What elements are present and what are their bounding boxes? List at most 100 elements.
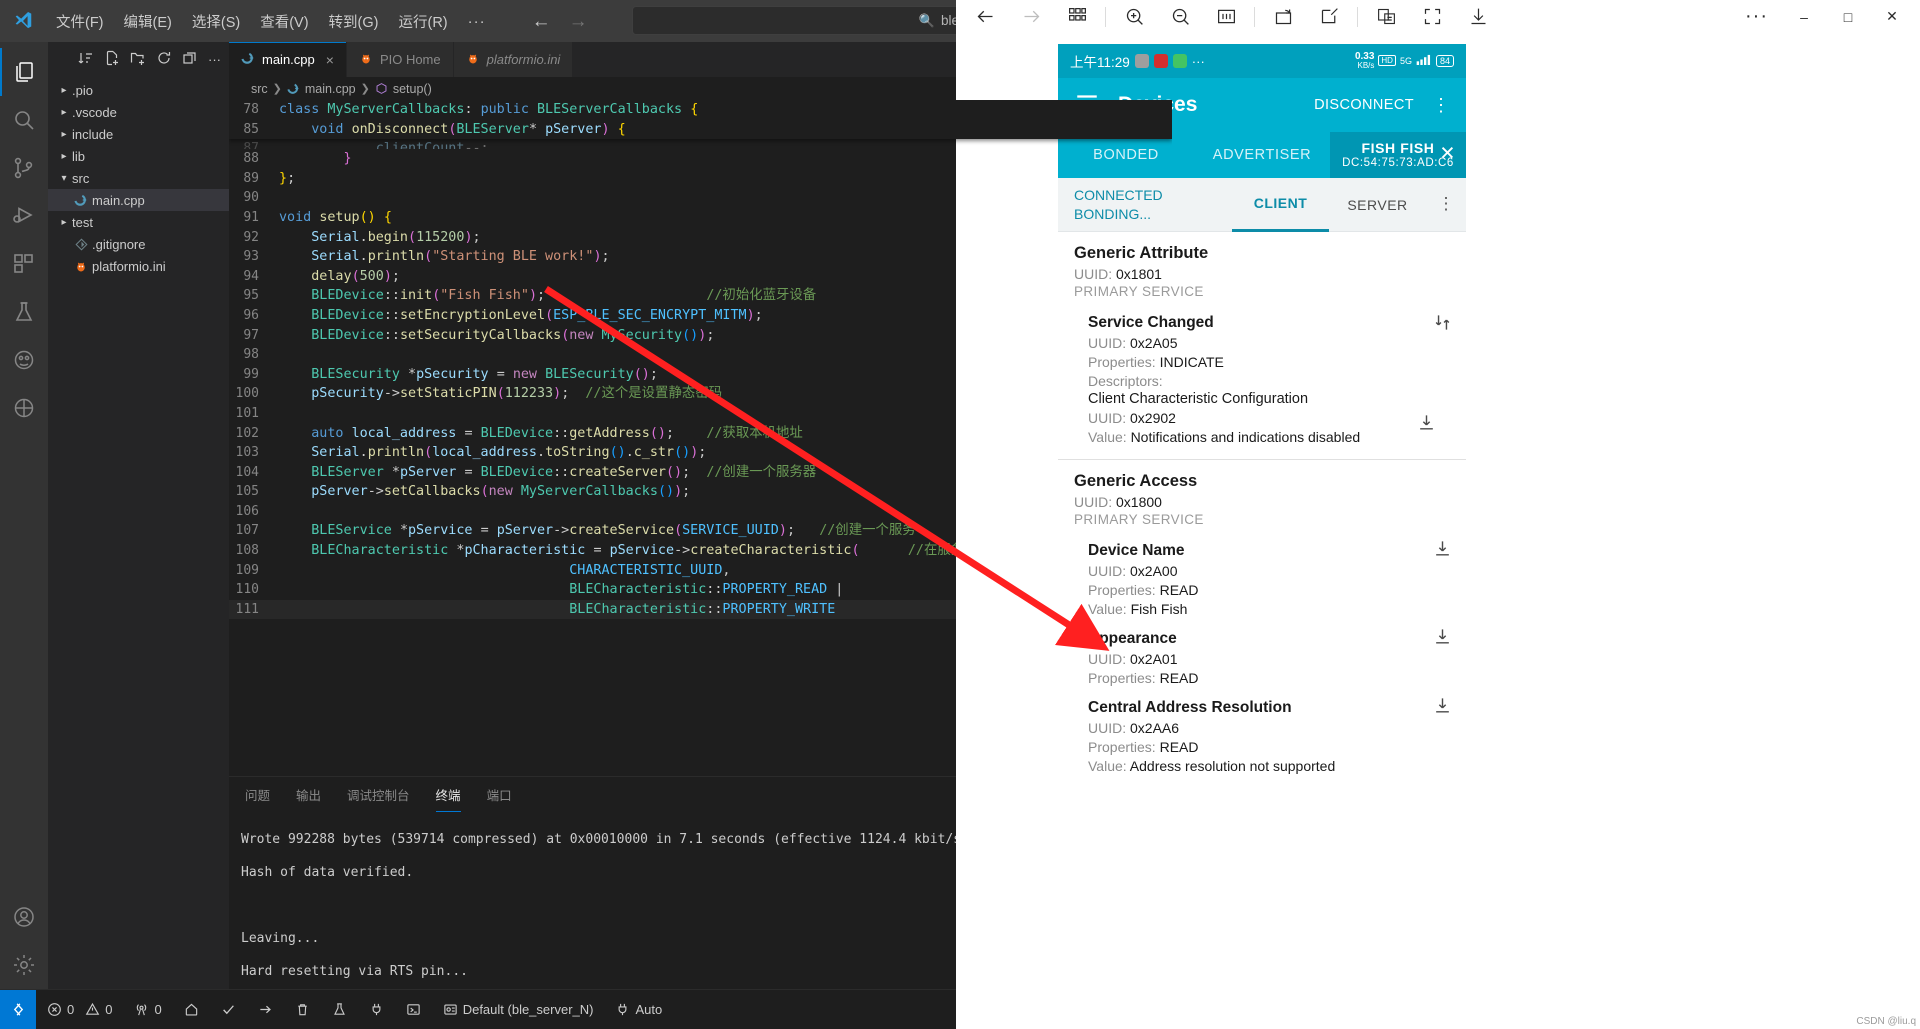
more-vertical-icon[interactable]: ⋮ <box>1426 178 1466 232</box>
menu-bar[interactable]: 文件(F) 编辑(E) 选择(S) 查看(V) 转到(G) 运行(R) ··· <box>46 7 496 36</box>
new-folder-icon[interactable] <box>130 50 146 69</box>
file-tree[interactable]: ▸ .pio ▸ .vscode ▸ include ▸ lib ▾ src m… <box>48 77 229 277</box>
explorer-more-icon[interactable]: ··· <box>208 53 221 66</box>
characteristic-device-name[interactable]: Device Name UUID: 0x2A00 Properties: REA… <box>1058 533 1466 621</box>
status-pio-upload[interactable] <box>247 990 284 1029</box>
characteristic-service-changed[interactable]: Service Changed UUID: 0x2A05 Properties:… <box>1058 305 1466 449</box>
actual-size-icon[interactable] <box>1203 0 1249 34</box>
panel-tab-problems[interactable]: 问题 <box>245 777 270 812</box>
status-serial-port-auto[interactable]: Auto <box>604 990 673 1029</box>
status-remote-ports[interactable]: 0 <box>123 990 172 1029</box>
activity-platformio-icon[interactable] <box>0 336 48 384</box>
disconnect-button[interactable]: DISCONNECT <box>1314 97 1414 113</box>
segment-client[interactable]: CLIENT <box>1232 178 1329 232</box>
tree-item-pio[interactable]: ▸ .pio <box>48 79 229 101</box>
remote-window-icon[interactable] <box>0 989 36 1029</box>
tree-item-main-cpp[interactable]: main.cpp <box>48 189 229 211</box>
panel-tab-output[interactable]: 输出 <box>296 777 321 812</box>
tree-item-src[interactable]: ▾ src <box>48 167 229 189</box>
activity-explorer-icon[interactable] <box>0 48 48 96</box>
tree-item-lib[interactable]: ▸ lib <box>48 145 229 167</box>
rotate-icon[interactable] <box>1260 0 1306 34</box>
read-icon[interactable] <box>1433 539 1452 563</box>
tab-platformio-ini[interactable]: platformio.ini <box>453 42 574 77</box>
read-icon[interactable] <box>1433 627 1452 651</box>
activity-account-icon[interactable] <box>0 893 48 941</box>
tree-item-test[interactable]: ▸ test <box>48 211 229 233</box>
back-arrow-icon[interactable] <box>962 0 1008 34</box>
phone-screen[interactable]: 上午11:29 ··· 0.33 KB/s HD 5G 84 DISCONNEC… <box>1058 44 1466 1029</box>
more-vertical-icon[interactable]: ⋮ <box>1432 96 1450 114</box>
window-minimize-button[interactable]: – <box>1782 0 1826 34</box>
activity-search-icon[interactable] <box>0 96 48 144</box>
breadcrumb-src[interactable]: src <box>251 82 268 96</box>
status-new-terminal[interactable] <box>395 990 432 1029</box>
app-switch-icon[interactable] <box>1054 0 1100 34</box>
characteristic-appearance[interactable]: Appearance UUID: 0x2A01 Properties: READ <box>1058 621 1466 690</box>
tree-item-vscode[interactable]: ▸ .vscode <box>48 101 229 123</box>
status-pio-home[interactable] <box>173 990 210 1029</box>
explorer-actions[interactable]: ··· <box>48 42 229 77</box>
status-serial-monitor[interactable] <box>358 990 395 1029</box>
nav-back-icon[interactable]: ← <box>532 12 551 31</box>
status-pio-build[interactable] <box>210 990 247 1029</box>
menu-edit[interactable]: 编辑(E) <box>114 7 182 36</box>
edit-icon[interactable] <box>1306 0 1352 34</box>
status-errors[interactable]: 0 0 <box>36 990 123 1029</box>
tree-item-include[interactable]: ▸ include <box>48 123 229 145</box>
copy-paste-icon[interactable] <box>1363 0 1409 34</box>
window-maximize-button[interactable]: □ <box>1826 0 1870 34</box>
status-project-env[interactable]: Default (ble_server_N) <box>432 990 605 1029</box>
activity-testing-icon[interactable] <box>0 288 48 336</box>
menu-go[interactable]: 转到(G) <box>319 7 389 36</box>
zoom-out-icon[interactable] <box>1157 0 1203 34</box>
panel-tab-terminal[interactable]: 终端 <box>435 777 461 812</box>
close-icon[interactable]: ✕ <box>1439 144 1456 167</box>
breadcrumb-file[interactable]: main.cpp <box>305 82 356 96</box>
nav-arrows[interactable]: ← → <box>532 12 588 31</box>
read-icon[interactable] <box>1417 413 1436 437</box>
toolbar-more-icon[interactable]: ··· <box>1731 5 1782 28</box>
tree-item-platformio-ini[interactable]: platformio.ini <box>48 255 229 277</box>
tab-pio-home[interactable]: PIO Home <box>346 42 454 77</box>
service-generic-attribute[interactable]: Generic Attribute UUID: 0x1801 PRIMARY S… <box>1058 232 1466 305</box>
fullscreen-icon[interactable] <box>1409 0 1455 34</box>
zoom-in-icon[interactable] <box>1111 0 1157 34</box>
sticky-scroll[interactable]: 78 class MyServerCallbacks: public BLESe… <box>229 100 1172 140</box>
window-close-button[interactable]: ✕ <box>1870 0 1914 34</box>
activity-settings-gear-icon[interactable] <box>0 941 48 989</box>
indicate-toggle-icon[interactable] <box>1433 313 1452 337</box>
collapse-all-icon[interactable] <box>182 50 198 69</box>
close-icon[interactable]: × <box>326 52 334 68</box>
new-file-icon[interactable] <box>104 50 120 69</box>
activity-extensions-icon[interactable] <box>0 240 48 288</box>
tab-fish-fish[interactable]: FISH FISH DC:54:75:73:AD:C6 ✕ <box>1330 132 1466 178</box>
panel-tab-ports[interactable]: 端口 <box>487 777 512 812</box>
refresh-icon[interactable] <box>156 50 172 69</box>
forward-arrow-icon[interactable] <box>1008 0 1054 34</box>
activity-source-control-icon[interactable] <box>0 144 48 192</box>
breadcrumb-symbol[interactable]: setup() <box>393 82 432 96</box>
segment-server[interactable]: SERVER <box>1329 178 1426 232</box>
read-icon[interactable] <box>1433 696 1452 720</box>
activity-bar[interactable] <box>0 42 48 989</box>
activity-run-debug-icon[interactable] <box>0 192 48 240</box>
activity-copilot-icon[interactable] <box>0 384 48 432</box>
tab-main-cpp[interactable]: main.cpp × <box>229 42 347 77</box>
tab-advertiser[interactable]: ADVERTISER <box>1194 132 1330 178</box>
menu-selection[interactable]: 选择(S) <box>182 7 250 36</box>
descriptor-cccd[interactable]: Client Characteristic Configuration UUID… <box>1088 391 1450 445</box>
menu-view[interactable]: 查看(V) <box>250 7 318 36</box>
menu-file[interactable]: 文件(F) <box>46 7 114 36</box>
menu-run[interactable]: 运行(R) <box>388 7 457 36</box>
service-generic-access[interactable]: Generic Access UUID: 0x1800 PRIMARY SERV… <box>1058 460 1466 533</box>
scrcpy-toolbar[interactable]: ··· – □ ✕ <box>956 0 1920 34</box>
gatt-service-list[interactable]: Generic Attribute UUID: 0x1801 PRIMARY S… <box>1058 232 1466 788</box>
characteristic-central-address-resolution[interactable]: Central Address Resolution UUID: 0x2AA6 … <box>1058 690 1466 778</box>
panel-tab-debug-console[interactable]: 调试控制台 <box>347 777 410 812</box>
status-pio-test[interactable] <box>321 990 358 1029</box>
status-pio-clean[interactable] <box>284 990 321 1029</box>
nav-forward-icon[interactable]: → <box>569 12 588 31</box>
explorer-sort-icon[interactable] <box>78 50 94 69</box>
client-server-segments[interactable]: CLIENT SERVER ⋮ <box>1232 178 1466 232</box>
